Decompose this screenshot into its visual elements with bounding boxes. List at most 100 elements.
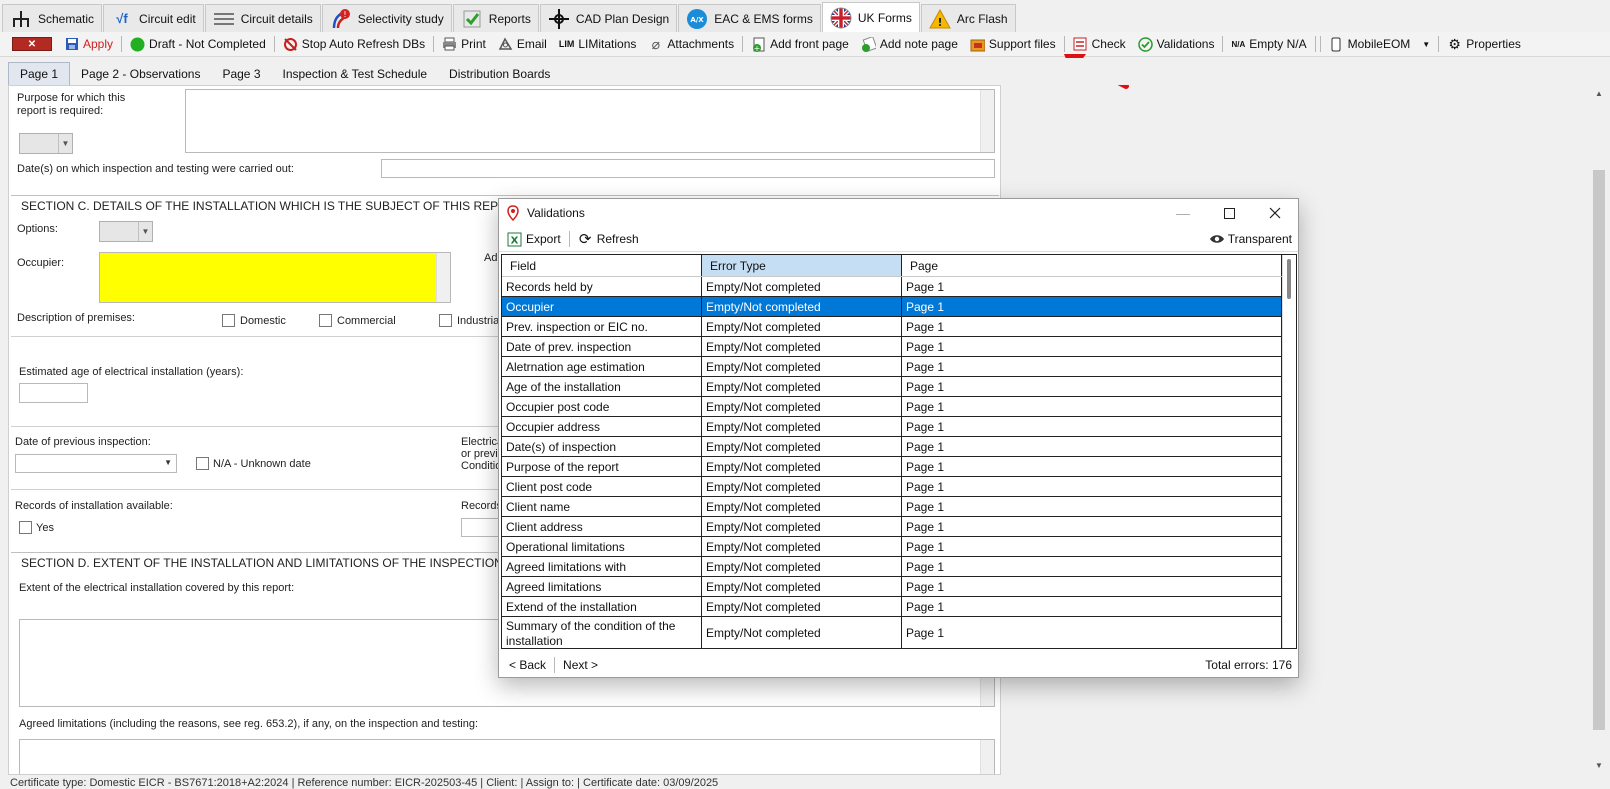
cell-field: Agreed limitations with [502, 557, 702, 576]
purpose-dropdown[interactable]: ▼ [19, 133, 73, 154]
limitations-button[interactable]: LIM LIMitations [553, 33, 643, 55]
minimize-button[interactable]: — [1160, 199, 1206, 227]
cell-page: Page 1 [902, 617, 1282, 648]
tab-arc-flash[interactable]: ! Arc Flash [920, 4, 1016, 32]
table-row[interactable]: Client address Empty/Not completed Page 1 [502, 517, 1296, 537]
close-dialog-button[interactable] [1252, 199, 1298, 227]
add-front-page-button[interactable]: + Add front page [745, 33, 855, 55]
table-row[interactable]: Date(s) of inspection Empty/Not completed… [502, 437, 1296, 457]
print-button[interactable]: Print [436, 33, 492, 55]
commercial-checkbox[interactable] [319, 314, 332, 327]
transparent-button[interactable]: Transparent [1203, 228, 1298, 250]
table-row[interactable]: Aletrnation age estimation Empty/Not comp… [502, 357, 1296, 377]
close-form-button[interactable]: ✕ [6, 33, 58, 55]
mobile-eom-button[interactable]: MobileEOM ▼ [1323, 33, 1437, 55]
cell-error-type: Empty/Not completed [702, 297, 902, 316]
records-held-input[interactable] [461, 518, 501, 537]
validations-button[interactable]: Validations [1132, 33, 1221, 55]
table-row[interactable]: Occupier Empty/Not completed Page 1 [502, 297, 1296, 317]
tab-inspection-test-schedule[interactable]: Inspection & Test Schedule [272, 62, 439, 85]
scrollbar-thumb[interactable] [1287, 259, 1291, 299]
svg-text:A/X: A/X [691, 16, 705, 24]
table-row[interactable]: Age of the installation Empty/Not complet… [502, 377, 1296, 397]
prev-inspection-date-picker[interactable]: ▼ [15, 454, 177, 473]
refresh-button[interactable]: ⟳ Refresh [572, 228, 645, 250]
main-vertical-scrollbar[interactable]: ▲ ▼ [1590, 85, 1610, 775]
maximize-button[interactable] [1206, 199, 1252, 227]
table-row[interactable]: Client post code Empty/Not completed Page … [502, 477, 1296, 497]
tab-label: Circuit details [240, 11, 313, 26]
email-label: Email [516, 37, 547, 51]
attachments-button[interactable]: ⌀ Attachments [642, 33, 740, 55]
agreed-limitations-textarea[interactable] [19, 739, 995, 774]
industrial-checkbox[interactable] [439, 314, 452, 327]
lim-icon: LIM [558, 39, 575, 49]
column-header-error-type[interactable]: Error Type [702, 255, 902, 276]
purpose-label: Purpose for which this report is require… [17, 92, 126, 117]
support-files-button[interactable]: Support files [964, 33, 1062, 55]
table-row[interactable]: Operational limitations Empty/Not complet… [502, 537, 1296, 557]
table-row[interactable]: Records held by Empty/Not completed Page 1 [502, 277, 1296, 297]
tab-cad-plan-design[interactable]: CAD Plan Design [539, 4, 678, 32]
apply-button[interactable]: Apply [58, 33, 119, 55]
domestic-checkbox[interactable] [222, 314, 235, 327]
table-row[interactable]: Client name Empty/Not completed Page 1 [502, 497, 1296, 517]
add-note-page-button[interactable]: Add note page [855, 33, 964, 55]
dates-input[interactable] [381, 159, 995, 178]
column-header-field[interactable]: Field [502, 255, 702, 276]
column-header-page[interactable]: Page [902, 255, 1282, 276]
tab-schematic[interactable]: Schematic [2, 4, 103, 32]
grid-scrollbar[interactable] [1282, 255, 1296, 648]
checkmark-circle-icon [1137, 36, 1153, 52]
properties-button[interactable]: ⚙ Properties [1441, 33, 1527, 55]
tab-eac-ems-forms[interactable]: A/X EAC & EMS forms [678, 4, 821, 32]
table-row[interactable]: Purpose of the report Empty/Not completed… [502, 457, 1296, 477]
chevron-down-icon[interactable]: ▼ [1595, 761, 1603, 770]
cell-page: Page 1 [902, 477, 1282, 496]
options-dropdown[interactable]: ▼ [99, 221, 153, 242]
export-button[interactable]: X Export [501, 228, 567, 250]
tab-circuit-edit[interactable]: √f Circuit edit [103, 4, 204, 32]
next-button[interactable]: Next > [557, 654, 604, 676]
tab-circuit-details[interactable]: Circuit details [204, 4, 321, 32]
grid-body: Records held by Empty/Not completed Page 1… [502, 277, 1296, 648]
cell-field: Age of the installation [502, 377, 702, 396]
tab-page-3[interactable]: Page 3 [211, 62, 271, 85]
table-row[interactable]: Occupier address Empty/Not completed Page … [502, 417, 1296, 437]
agreed-limitations-scrollbar[interactable] [980, 740, 994, 774]
tab-uk-forms[interactable]: UK Forms [821, 2, 920, 32]
na-unknown-date-checkbox[interactable] [196, 457, 209, 470]
chevron-down-icon: ▼ [138, 222, 152, 241]
scrollbar-thumb[interactable] [1593, 170, 1605, 730]
toolbar-separator [554, 656, 556, 673]
table-row[interactable]: Summary of the condition of the installa… [502, 617, 1296, 648]
tab-page-1[interactable]: Page 1 [8, 62, 71, 85]
tab-reports[interactable]: Reports [452, 4, 539, 32]
purpose-scrollbar[interactable] [980, 90, 994, 152]
cell-page: Page 1 [902, 357, 1282, 376]
empty-na-button[interactable]: N/A Empty N/A [1225, 33, 1312, 55]
purpose-textarea[interactable] [185, 89, 995, 153]
chevron-up-icon[interactable]: ▲ [1595, 89, 1603, 98]
table-row[interactable]: Agreed limitations with Empty/Not complet… [502, 557, 1296, 577]
records-yes-checkbox[interactable] [19, 521, 32, 534]
draft-status-button[interactable]: Draft - Not Completed [124, 33, 272, 55]
chevron-down-icon[interactable]: ▼ [1422, 40, 1430, 49]
back-button[interactable]: < Back [503, 654, 552, 676]
na-icon: N/A [1231, 39, 1246, 49]
estimated-age-input[interactable] [19, 383, 88, 403]
tab-page-2-observations[interactable]: Page 2 - Observations [70, 62, 211, 85]
table-row[interactable]: Agreed limitations Empty/Not completed Pag… [502, 577, 1296, 597]
occupier-textarea[interactable] [99, 252, 451, 303]
electrical-label-line-1: Electrica [461, 436, 504, 448]
circuit-edit-icon: √f [116, 11, 128, 26]
email-button[interactable]: Email [492, 33, 553, 55]
table-row[interactable]: Occupier post code Empty/Not completed Pag… [502, 397, 1296, 417]
stop-auto-refresh-button[interactable]: Stop Auto Refresh DBs [277, 33, 431, 55]
table-row[interactable]: Date of prev. inspection Empty/Not comple… [502, 337, 1296, 357]
table-row[interactable]: Extend of the installation Empty/Not comp… [502, 597, 1296, 617]
table-row[interactable]: Prev. inspection or EIC no. Empty/Not com… [502, 317, 1296, 337]
tab-distribution-boards[interactable]: Distribution Boards [438, 62, 561, 85]
tab-selectivity-study[interactable]: ! Selectivity study [321, 4, 452, 32]
occupier-scrollbar[interactable] [436, 253, 450, 302]
